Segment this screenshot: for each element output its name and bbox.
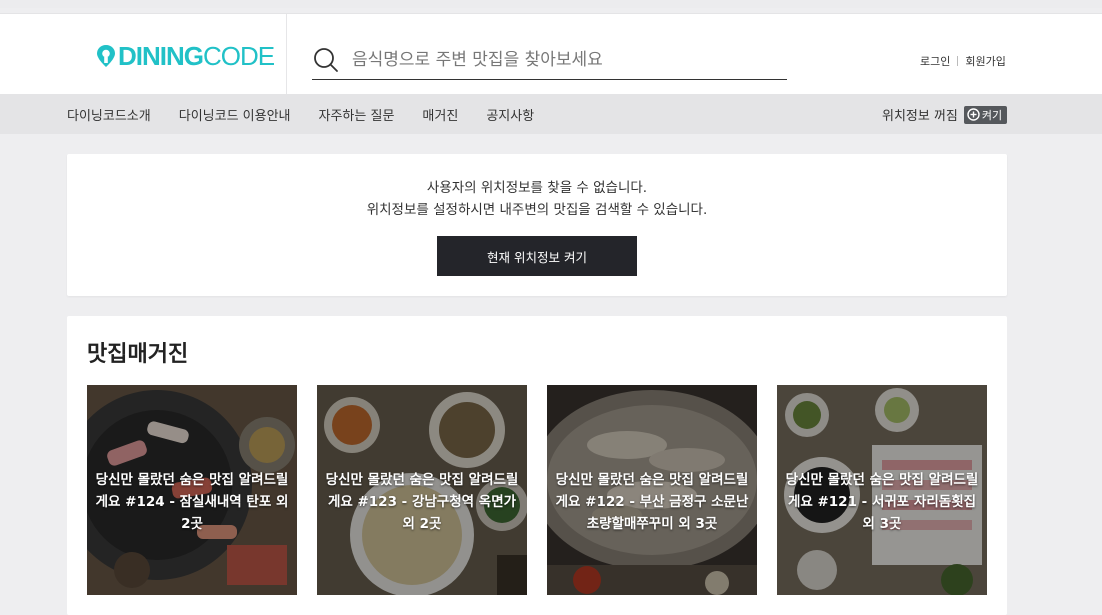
nav-item-about[interactable]: 다이닝코드소개 [67, 105, 151, 124]
signup-link[interactable]: 회원가입 [965, 53, 1005, 69]
auth-separator [957, 56, 959, 66]
location-toggle-label: 켜기 [981, 108, 1003, 122]
nav-item-faq[interactable]: 자주하는 질문 [319, 105, 395, 124]
logo-text-bold: DINING [118, 40, 204, 71]
location-notice-card: 사용자의 위치정보를 찾을 수 없습니다. 위치정보를 설정하시면 내주변의 맛… [67, 154, 1007, 296]
site-logo[interactable]: DINING CODE [96, 40, 275, 71]
top-strip [0, 0, 1102, 8]
enable-location-button[interactable]: 현재 위치정보 켜기 [437, 236, 637, 276]
nav-item-notice[interactable]: 공지사항 [486, 105, 534, 124]
search-input[interactable] [352, 49, 772, 70]
magazine-card-title: 당신만 몰랐던 숨은 맛집 알려드릴게요 #122 - 부산 금정구 소문난 초… [555, 472, 749, 532]
plus-circle-icon [967, 108, 980, 121]
search-bar [312, 40, 787, 80]
site-header: DININGCODE 로그인 회원가입 [0, 13, 1102, 94]
login-link[interactable]: 로그인 [920, 53, 950, 69]
magazine-card-title: 당신만 몰랐던 숨은 맛집 알려드릴게요 #121 - 서귀포 자리돔횟집 외 … [785, 472, 979, 532]
main-nav: 다이닝코드소개 다이닝코드 이용안내 자주하는 질문 매거진 공지사항 위치정보… [0, 94, 1102, 134]
search-icon[interactable] [312, 46, 340, 74]
magazine-card[interactable]: 당신만 몰랐던 숨은 맛집 알려드릴게요 #124 - 잠실새내역 탄포 외 2… [87, 385, 297, 595]
location-status: 위치정보 꺼짐 켜기 [882, 105, 1008, 124]
nav-item-magazine[interactable]: 매거진 [422, 105, 458, 124]
logo-text-light: CODE [203, 40, 275, 71]
magazine-section: 맛집매거진 당신만 몰랐던 숨은 맛집 알려드릴게요 #124 - 잠실새내역 … [67, 316, 1007, 615]
location-notice-line1: 사용자의 위치정보를 찾을 수 없습니다. [426, 180, 648, 196]
location-status-label: 위치정보 꺼짐 [882, 109, 958, 124]
nav-item-guide[interactable]: 다이닝코드 이용안내 [179, 105, 291, 124]
location-pin-icon [97, 45, 115, 67]
magazine-card[interactable]: 당신만 몰랐던 숨은 맛집 알려드릴게요 #122 - 부산 금정구 소문난 초… [547, 385, 757, 595]
magazine-card-title: 당신만 몰랐던 숨은 맛집 알려드릴게요 #124 - 잠실새내역 탄포 외 2… [95, 472, 289, 532]
location-notice-line2: 위치정보를 설정하시면 내주변의 맛집을 검색할 수 있습니다. [366, 202, 708, 218]
magazine-card-title: 당신만 몰랐던 숨은 맛집 알려드릴게요 #123 - 강남구청역 옥면가 외 … [325, 472, 519, 532]
magazine-card[interactable]: 당신만 몰랐던 숨은 맛집 알려드릴게요 #123 - 강남구청역 옥면가 외 … [317, 385, 527, 595]
magazine-heading: 맛집매거진 [87, 342, 189, 367]
nav-items: 다이닝코드소개 다이닝코드 이용안내 자주하는 질문 매거진 공지사항 [67, 94, 562, 134]
location-toggle-button[interactable]: 켜기 [963, 105, 1008, 124]
magazine-card[interactable]: 당신만 몰랐던 숨은 맛집 알려드릴게요 #121 - 서귀포 자리돔횟집 외 … [777, 385, 987, 595]
header-divider [286, 14, 287, 94]
auth-links: 로그인 회원가입 [920, 53, 1006, 69]
